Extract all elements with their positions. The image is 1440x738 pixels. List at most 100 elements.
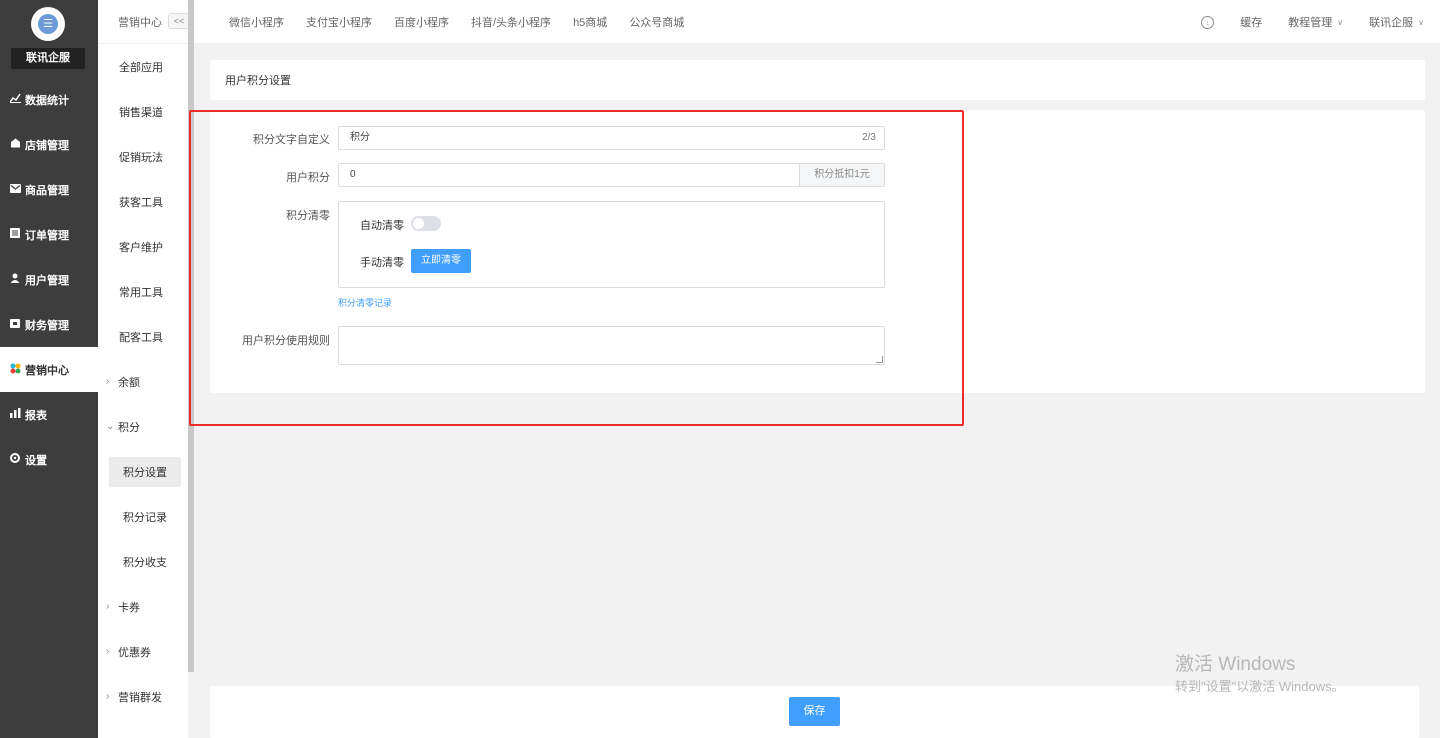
nav-item-label: 财务管理 xyxy=(25,319,69,332)
logo-icon: ☰ xyxy=(38,14,58,34)
submenu-group-label: 积分 xyxy=(118,421,140,434)
nav-item-label: 订单管理 xyxy=(25,229,69,242)
tab-douyin-miniprogram[interactable]: 抖音/头条小程序 xyxy=(471,14,551,30)
submenu-item-acquisition[interactable]: 获客工具 xyxy=(98,179,188,224)
chevron-down-icon: ∨ xyxy=(1337,17,1344,27)
list-icon xyxy=(9,228,21,241)
submenu-item-points-settings[interactable]: 积分设置 xyxy=(98,449,188,494)
save-button[interactable]: 保存 xyxy=(789,697,840,726)
resize-handle-icon[interactable] xyxy=(876,356,883,363)
top-bar: 微信小程序 支付宝小程序 百度小程序 抖音/头条小程序 h5商城 公众号商城 ↓… xyxy=(194,0,1440,44)
submenu-item-common-tools[interactable]: 常用工具 xyxy=(98,269,188,314)
points-clear-panel: 自动清零 手动清零 立即清零 xyxy=(338,201,885,288)
line-chart-icon xyxy=(8,93,21,106)
store-icon xyxy=(9,138,21,151)
submenu-scrollbar[interactable] xyxy=(188,0,194,672)
brand-name: 联讯企服 xyxy=(11,48,85,69)
nav-item-statistics[interactable]: 数据统计 xyxy=(0,77,98,122)
submenu-item-promotion[interactable]: 促销玩法 xyxy=(98,134,188,179)
points-deduct-addon: 积分抵扣1元 xyxy=(799,164,884,186)
submenu-item-points-records[interactable]: 积分记录 xyxy=(98,494,188,539)
points-text-value: 积分 xyxy=(350,132,370,143)
submenu-item-points-ledger[interactable]: 积分收支 xyxy=(98,539,188,584)
marketing-icon xyxy=(9,363,21,377)
tab-baidu-miniprogram[interactable]: 百度小程序 xyxy=(394,14,449,30)
submenu-group-coupons[interactable]: › 优惠券 xyxy=(98,629,188,674)
chevron-right-icon: › xyxy=(106,376,110,387)
tutorial-menu[interactable]: 教程管理 ∨ xyxy=(1288,14,1343,30)
submenu-item-label: 积分记录 xyxy=(123,511,167,524)
chevron-down-icon: ∨ xyxy=(1418,17,1424,27)
submenu-item-label: 积分收支 xyxy=(123,556,167,569)
tutorial-label: 教程管理 xyxy=(1288,17,1333,29)
wallet-icon xyxy=(9,318,21,331)
nav-item-label: 用户管理 xyxy=(25,274,69,287)
points-text-input[interactable]: 积分 2/3 xyxy=(338,126,885,150)
chevron-right-icon: › xyxy=(106,691,110,702)
tab-official-account-mall[interactable]: 公众号商城 xyxy=(629,14,684,30)
submenu-item-customer-care[interactable]: 客户维护 xyxy=(98,224,188,269)
user-points-value: 0 xyxy=(350,169,356,180)
chevron-right-icon: › xyxy=(106,646,110,657)
marketing-submenu: 营销中心 << 全部应用 销售渠道 促销玩法 获客工具 客户维护 常用工具 配客… xyxy=(98,0,190,738)
bar-chart-icon xyxy=(9,408,21,421)
main-sidebar: ☰ 联讯企服 数据统计 店铺管理 商品管理 订单管理 用户管理 财务管理 营销中… xyxy=(0,0,98,738)
tab-wechat-miniprogram[interactable]: 微信小程序 xyxy=(229,14,284,30)
chevron-down-icon: ⌄ xyxy=(106,421,115,432)
tab-h5-mall[interactable]: h5商城 xyxy=(573,14,607,30)
submenu-item-all-apps[interactable]: 全部应用 xyxy=(98,44,188,89)
nav-item-users[interactable]: 用户管理 xyxy=(0,257,98,302)
account-menu[interactable]: 联讯企服 ∨ xyxy=(1369,14,1424,30)
top-right-actions: ↓ 缓存 教程管理 ∨ 联讯企服 ∨ xyxy=(1175,0,1424,44)
download-icon: ↓ xyxy=(1201,15,1215,29)
user-points-label: 用户积分 xyxy=(286,172,330,184)
submenu-group-balance[interactable]: › 余额 xyxy=(98,359,188,404)
download-button[interactable]: ↓ xyxy=(1201,15,1215,29)
auto-clear-label: 自动清零 xyxy=(360,220,404,232)
submenu-item-delivery-tools[interactable]: 配客工具 xyxy=(98,314,188,359)
watermark-subtitle: 转到"设置"以激活 Windows。 xyxy=(1175,679,1345,694)
tab-alipay-miniprogram[interactable]: 支付宝小程序 xyxy=(306,14,372,30)
rules-textarea[interactable] xyxy=(338,326,885,365)
nav-item-store[interactable]: 店铺管理 xyxy=(0,122,98,167)
nav-item-finance[interactable]: 财务管理 xyxy=(0,302,98,347)
manual-clear-label: 手动清零 xyxy=(360,257,404,269)
cache-button[interactable]: 缓存 xyxy=(1240,14,1262,30)
user-points-input[interactable]: 0 积分抵扣1元 xyxy=(338,163,885,187)
page-title: 用户积分设置 xyxy=(225,75,291,87)
collapse-button[interactable]: << xyxy=(168,13,190,29)
nav-item-reports[interactable]: 报表 xyxy=(0,392,98,437)
clear-records-link[interactable]: 积分清零记录 xyxy=(338,296,392,309)
submenu-group-cards[interactable]: › 卡券 xyxy=(98,584,188,629)
nav-item-settings[interactable]: 设置 xyxy=(0,437,98,482)
points-clear-label: 积分清零 xyxy=(286,210,330,222)
nav-item-label: 数据统计 xyxy=(25,94,69,107)
nav-item-marketing[interactable]: 营销中心 xyxy=(0,347,98,392)
auto-clear-toggle[interactable] xyxy=(411,216,441,231)
watermark-title: 激活 Windows xyxy=(1175,654,1296,675)
platform-tabs: 微信小程序 支付宝小程序 百度小程序 抖音/头条小程序 h5商城 公众号商城 xyxy=(229,0,706,44)
toggle-knob xyxy=(413,218,424,229)
nav-item-label: 商品管理 xyxy=(25,184,69,197)
gear-icon xyxy=(9,453,21,466)
submenu-group-points[interactable]: ⌄ 积分 xyxy=(98,404,188,449)
nav-item-orders[interactable]: 订单管理 xyxy=(0,212,98,257)
points-settings-form: 积分文字自定义 积分 2/3 用户积分 0 积分抵扣1元 积分清零 自动清零 手… xyxy=(210,110,1425,393)
nav-item-goods[interactable]: 商品管理 xyxy=(0,167,98,212)
submenu-item-sales-channel[interactable]: 销售渠道 xyxy=(98,89,188,134)
submenu-group-label: 优惠券 xyxy=(118,646,151,659)
clear-now-button[interactable]: 立即清零 xyxy=(411,249,471,273)
user-icon xyxy=(9,273,21,286)
logo[interactable]: ☰ xyxy=(31,7,65,41)
account-label: 联讯企服 xyxy=(1369,17,1414,29)
main-nav: 数据统计 店铺管理 商品管理 订单管理 用户管理 财务管理 营销中心 报表 设置 xyxy=(0,77,98,482)
submenu-group-mass-send[interactable]: › 营销群发 xyxy=(98,674,188,719)
submenu-group-label: 营销群发 xyxy=(118,691,162,704)
rules-label: 用户积分使用规则 xyxy=(242,335,330,347)
submenu-group-label: 卡券 xyxy=(118,601,140,614)
windows-activation-watermark: 激活 Windows 转到"设置"以激活 Windows。 xyxy=(1175,654,1345,696)
chevron-right-icon: › xyxy=(106,601,110,612)
nav-item-label: 营销中心 xyxy=(25,364,69,377)
points-text-label: 积分文字自定义 xyxy=(253,134,330,146)
mail-icon xyxy=(9,183,21,196)
